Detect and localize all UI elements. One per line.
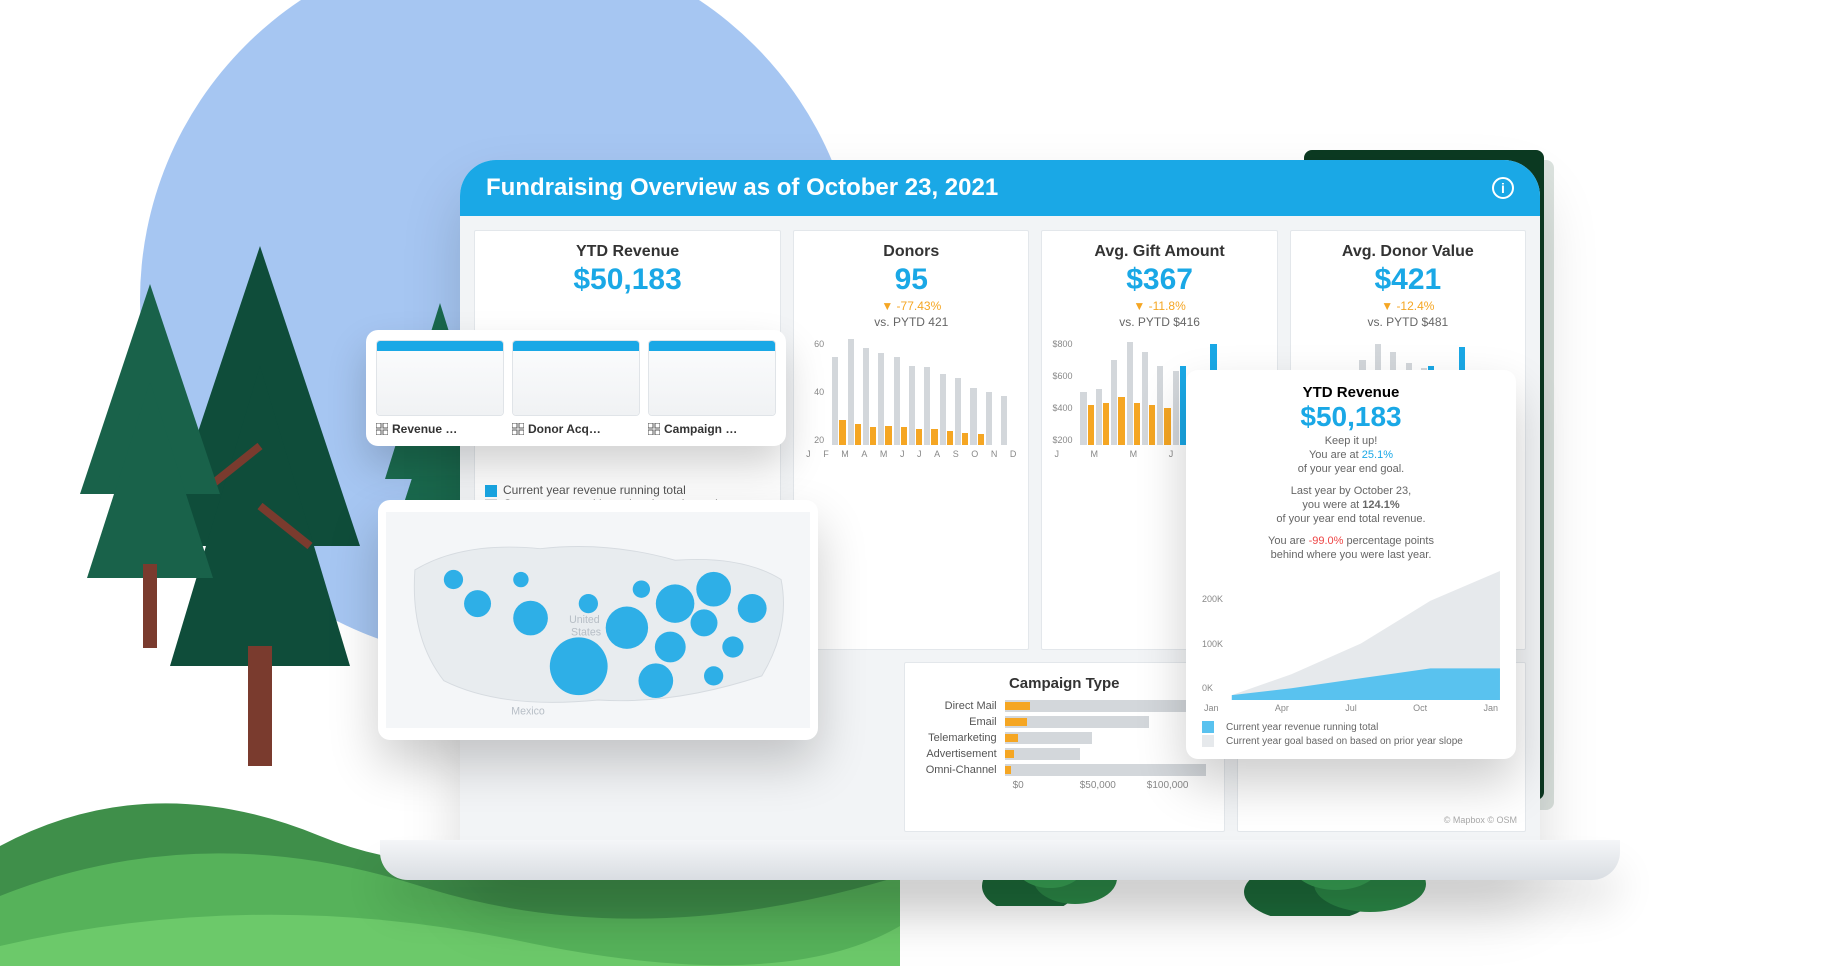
svg-text:United: United bbox=[569, 614, 600, 626]
nav-thumb-campaign[interactable] bbox=[648, 340, 776, 416]
ytd-revenue-detail: YTD Revenue $50,183 Keep it up! You are … bbox=[1186, 370, 1516, 759]
nav-label-campaign[interactable]: Campaign … bbox=[648, 422, 776, 436]
kpi-value: $421 bbox=[1301, 263, 1515, 297]
map-attribution: © Mapbox © OSM bbox=[1444, 815, 1517, 825]
nav-label-revenue[interactable]: Revenue … bbox=[376, 422, 504, 436]
card-title: YTD Revenue bbox=[1202, 384, 1500, 401]
kpi-value: 95 bbox=[804, 263, 1018, 297]
card-goal-pct: You are at 25.1% bbox=[1202, 449, 1500, 461]
kpi-title: YTD Revenue bbox=[485, 243, 770, 261]
page-title: Fundraising Overview as of October 23, 2… bbox=[486, 174, 998, 202]
nav-thumb-donor-acq[interactable] bbox=[512, 340, 640, 416]
down-caret-icon: ▼ bbox=[881, 299, 896, 313]
kpi-delta: ▼ -77.43% bbox=[804, 299, 1018, 313]
chart-title: Campaign Type bbox=[915, 675, 1214, 692]
kpi-title: Avg. Gift Amount bbox=[1052, 243, 1266, 261]
kpi-value: $50,183 bbox=[485, 263, 770, 297]
down-caret-icon: ▼ bbox=[1133, 299, 1148, 313]
card-value: $50,183 bbox=[1202, 401, 1500, 433]
view-navigator: Revenue … Donor Acq… Campaign … bbox=[366, 330, 786, 446]
campaign-row: Omni-Channel bbox=[915, 764, 1214, 776]
area-x-axis: JanAprJulOctJan bbox=[1202, 703, 1500, 713]
legend-running: Current year revenue running total bbox=[1202, 721, 1500, 733]
grid-icon bbox=[376, 423, 388, 435]
kpi-title: Donors bbox=[804, 243, 1018, 261]
svg-text:States: States bbox=[571, 626, 601, 638]
kpi-delta: ▼ -12.4% bbox=[1301, 299, 1515, 313]
campaign-row: Advertisement bbox=[915, 748, 1214, 760]
grid-icon bbox=[648, 423, 660, 435]
card-behind: You are -99.0% percentage points bbox=[1202, 535, 1500, 547]
kpi-value: $367 bbox=[1052, 263, 1266, 297]
kpi-vs: vs. PYTD 421 bbox=[804, 315, 1018, 329]
campaign-type-chart[interactable]: Campaign Type Direct Mail Email Telemarket… bbox=[904, 662, 1225, 832]
campaign-row: Telemarketing bbox=[915, 732, 1214, 744]
laptop-base bbox=[380, 840, 1620, 880]
nav-label-donor-acq[interactable]: Donor Acq… bbox=[512, 422, 640, 436]
down-caret-icon: ▼ bbox=[1381, 299, 1396, 313]
donor-map[interactable]: United States Mexico bbox=[378, 500, 818, 740]
campaign-row: Email bbox=[915, 716, 1214, 728]
ytd-area-chart: 200K 100K 0K bbox=[1202, 571, 1500, 701]
kpi-vs: vs. PYTD $481 bbox=[1301, 315, 1515, 329]
grid-icon bbox=[512, 423, 524, 435]
kpi-delta: ▼ -11.8% bbox=[1052, 299, 1266, 313]
donors-bar-chart: 604020 JFMAMJJASOND bbox=[804, 339, 1018, 459]
campaign-row: Direct Mail bbox=[915, 700, 1214, 712]
kpi-donors[interactable]: Donors 95 ▼ -77.43% vs. PYTD 421 604020 … bbox=[793, 230, 1029, 650]
kpi-vs: vs. PYTD $416 bbox=[1052, 315, 1266, 329]
title-bar: Fundraising Overview as of October 23, 2… bbox=[460, 160, 1540, 216]
tree-illustration bbox=[73, 284, 227, 648]
card-sub: Keep it up! bbox=[1202, 435, 1500, 447]
legend-goal: Current year goal based on based on prio… bbox=[1202, 735, 1500, 747]
nav-thumb-revenue[interactable] bbox=[376, 340, 504, 416]
kpi-title: Avg. Donor Value bbox=[1301, 243, 1515, 261]
info-icon[interactable]: i bbox=[1492, 177, 1514, 199]
legend-running-total: Current year revenue running total bbox=[485, 483, 770, 497]
svg-text:Mexico: Mexico bbox=[511, 705, 545, 717]
